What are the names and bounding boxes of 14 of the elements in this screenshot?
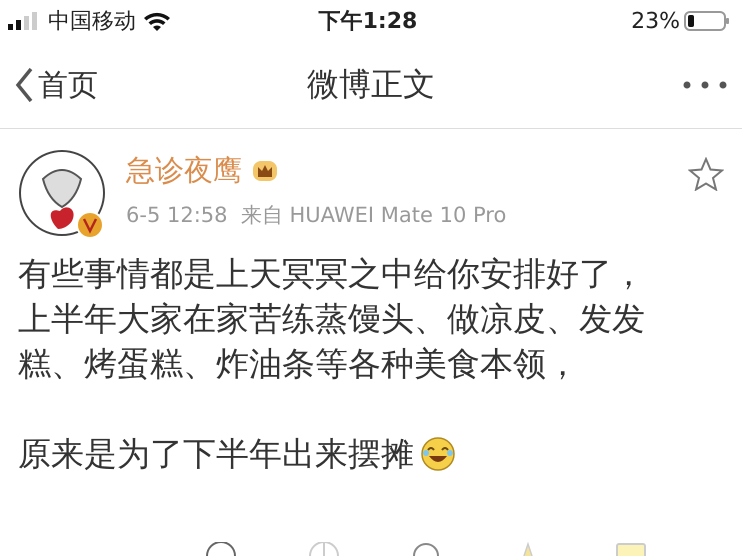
- laughing-face-icon: [420, 436, 456, 472]
- more-icon[interactable]: [682, 80, 728, 90]
- back-button[interactable]: 首页: [14, 64, 174, 106]
- post-text: 有些事情都是上天冥冥之中给你安排好了，上半年大家在家苦练蒸馒头、做凉皮、发发糕、烤蛋糕、炸油条等各种美食本领，: [18, 253, 646, 385]
- battery-icon: [684, 10, 730, 32]
- clock: 下午1:28: [318, 8, 418, 36]
- star-icon[interactable]: [688, 157, 724, 191]
- post-text: 原来是为了下半年出来摆摊: [18, 433, 414, 475]
- wifi-icon: [142, 10, 172, 32]
- battery-percent: 23%: [631, 8, 680, 34]
- post-meta: 6-5 12:58 来自 HUAWEI Mate 10 Pro: [126, 202, 508, 229]
- carrier-name: 中国移动: [48, 8, 136, 36]
- chevron-left-icon: [14, 67, 34, 103]
- page-title: 微博正文: [306, 64, 436, 105]
